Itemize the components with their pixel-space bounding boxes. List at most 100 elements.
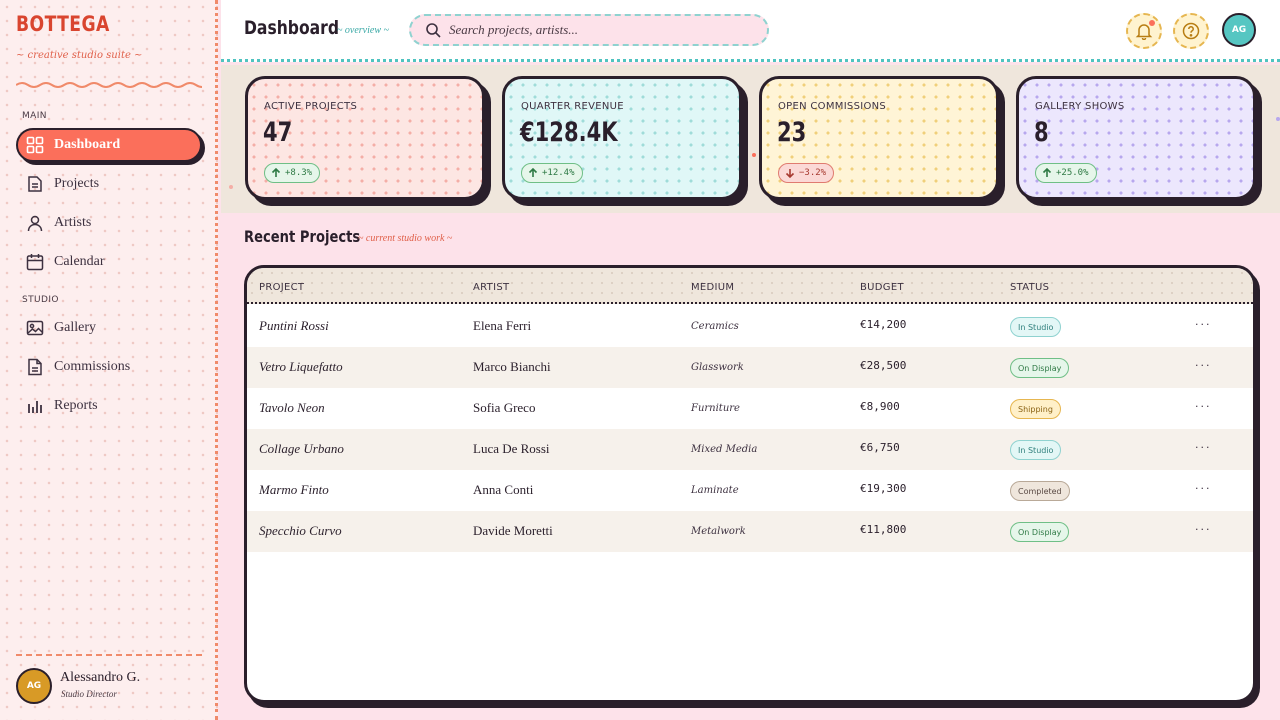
sidebar-item-reports[interactable]: Reports — [16, 389, 202, 423]
medium: Metalwork — [691, 526, 746, 537]
sidebar-item-projects[interactable]: Projects — [16, 167, 202, 201]
arrow-up-icon — [528, 168, 538, 177]
artist-name: Marco Bianchi — [473, 359, 551, 374]
stat-card-active-projects[interactable]: ACTIVE PROJECTS 47 +8.3% — [245, 76, 485, 200]
table-row[interactable]: Collage Urbano Luca De Rossi Mixed Media… — [247, 429, 1253, 470]
nav-section-main: MAIN — [22, 111, 47, 121]
user-name: Alessandro G. — [60, 670, 141, 685]
decor-dot — [752, 153, 756, 157]
budget: €19,300 — [860, 482, 907, 495]
project-name: Collage Urbano — [259, 441, 344, 456]
status-badge: Shipping — [1010, 399, 1061, 419]
table-row[interactable]: Marmo Finto Anna Conti Laminate €19,300 … — [247, 470, 1253, 511]
table-row[interactable]: Puntini Rossi Elena Ferri Ceramics €14,2… — [247, 306, 1253, 347]
budget: €28,500 — [860, 359, 907, 372]
help-button[interactable] — [1173, 13, 1209, 49]
user-role: Studio Director — [61, 689, 117, 699]
search-input[interactable] — [449, 22, 749, 38]
stat-delta-value: +12.4% — [542, 168, 575, 178]
sidebar-item-label: Gallery — [54, 320, 96, 335]
project-name: Vetro Liquefatto — [259, 359, 343, 374]
status-badge: Completed — [1010, 481, 1070, 501]
artist-name: Davide Moretti — [473, 523, 553, 538]
sidebar-item-artists[interactable]: Artists — [16, 206, 202, 240]
medium: Furniture — [691, 403, 740, 414]
project-name: Tavolo Neon — [259, 400, 325, 415]
sidebar: BOTTEGA ~ creative studio suite ~ MAIN D… — [0, 0, 218, 720]
grid-icon — [26, 136, 44, 154]
arrow-down-icon — [785, 169, 795, 178]
stat-delta-value: +25.0% — [1056, 168, 1089, 178]
column-header-status[interactable]: STATUS — [1010, 282, 1049, 293]
row-menu-button[interactable]: ··· — [1195, 318, 1212, 331]
project-name: Puntini Rossi — [259, 318, 329, 333]
brand-logo[interactable]: BOTTEGA — [16, 12, 110, 36]
row-menu-button[interactable]: ··· — [1195, 441, 1212, 454]
stat-delta: +25.0% — [1035, 163, 1097, 183]
top-header: Dashboard ~ overview ~ AG — [221, 0, 1280, 62]
column-header-project[interactable]: PROJECT — [259, 282, 304, 293]
budget: €8,900 — [860, 400, 900, 413]
row-menu-button[interactable]: ··· — [1195, 400, 1212, 413]
row-menu-button[interactable]: ··· — [1195, 523, 1212, 536]
sidebar-item-commissions[interactable]: Commissions — [16, 350, 202, 384]
arrow-up-icon — [271, 168, 281, 177]
search-icon — [426, 23, 441, 38]
budget: €6,750 — [860, 441, 900, 454]
file-icon — [28, 358, 42, 376]
avatar[interactable]: AG — [16, 668, 52, 704]
search-bar[interactable] — [409, 14, 769, 46]
wavy-divider — [16, 82, 202, 88]
section-subtitle: ~ current studio work ~ — [358, 233, 453, 244]
brand-tagline: ~ creative studio suite ~ — [16, 50, 143, 61]
artist-name: Elena Ferri — [473, 318, 532, 333]
page-subtitle: ~ overview ~ — [337, 25, 389, 36]
stat-delta-value: +8.3% — [285, 168, 313, 178]
page-title: Dashboard — [244, 17, 340, 39]
project-name: Marmo Finto — [259, 482, 329, 497]
table-header: PROJECT ARTIST MEDIUM BUDGET STATUS — [247, 268, 1253, 304]
help-icon — [1182, 22, 1200, 40]
stat-delta: +8.3% — [264, 163, 321, 183]
stat-value: 47 — [263, 117, 293, 148]
table-row[interactable]: Specchio Curvo Davide Moretti Metalwork … — [247, 511, 1253, 552]
status-badge: In Studio — [1010, 317, 1062, 337]
projects-table: PROJECT ARTIST MEDIUM BUDGET STATUS Punt… — [244, 265, 1256, 703]
column-header-budget[interactable]: BUDGET — [860, 282, 904, 293]
stat-card-gallery-shows[interactable]: GALLERY SHOWS 8 +25.0% — [1016, 76, 1256, 200]
status-badge: On Display — [1010, 522, 1070, 542]
stat-value: 23 — [777, 117, 807, 148]
stat-value: 8 — [1034, 117, 1049, 148]
notification-dot — [1149, 20, 1155, 26]
stat-card-quarter-revenue[interactable]: QUARTER REVENUE €128.4K +12.4% — [502, 76, 742, 200]
header-avatar[interactable]: AG — [1222, 13, 1256, 47]
sidebar-item-label: Artists — [54, 215, 92, 230]
column-header-artist[interactable]: ARTIST — [473, 282, 509, 293]
stats-band: ACTIVE PROJECTS 47 +8.3% QUARTER REVENUE… — [221, 65, 1280, 213]
table-row[interactable]: Vetro Liquefatto Marco Bianchi Glasswork… — [247, 347, 1253, 388]
row-menu-button[interactable]: ··· — [1195, 482, 1212, 495]
artist-name: Luca De Rossi — [473, 441, 550, 456]
budget: €11,800 — [860, 523, 907, 536]
stat-delta: +12.4% — [521, 163, 583, 183]
nav-section-studio: STUDIO — [22, 295, 59, 305]
sidebar-item-dashboard[interactable]: Dashboard — [16, 128, 202, 162]
bar-chart-icon — [28, 401, 42, 413]
notifications-button[interactable] — [1126, 13, 1162, 49]
sidebar-item-gallery[interactable]: Gallery — [16, 311, 202, 345]
stat-card-open-commissions[interactable]: OPEN COMMISSIONS 23 −3.2% — [759, 76, 999, 200]
image-icon — [26, 320, 44, 336]
calendar-icon — [26, 254, 44, 271]
arrow-up-icon — [1042, 168, 1052, 177]
stat-label: GALLERY SHOWS — [1035, 101, 1125, 112]
sidebar-item-calendar[interactable]: Calendar — [16, 245, 202, 279]
row-menu-button[interactable]: ··· — [1195, 359, 1212, 372]
sidebar-divider — [16, 654, 202, 656]
column-header-medium[interactable]: MEDIUM — [691, 282, 734, 293]
medium: Laminate — [691, 485, 739, 496]
budget: €14,200 — [860, 318, 907, 331]
sidebar-item-label: Projects — [54, 176, 100, 191]
table-row[interactable]: Tavolo Neon Sofia Greco Furniture €8,900… — [247, 388, 1253, 429]
sidebar-item-label: Commissions — [54, 359, 131, 374]
stat-label: QUARTER REVENUE — [521, 101, 624, 112]
